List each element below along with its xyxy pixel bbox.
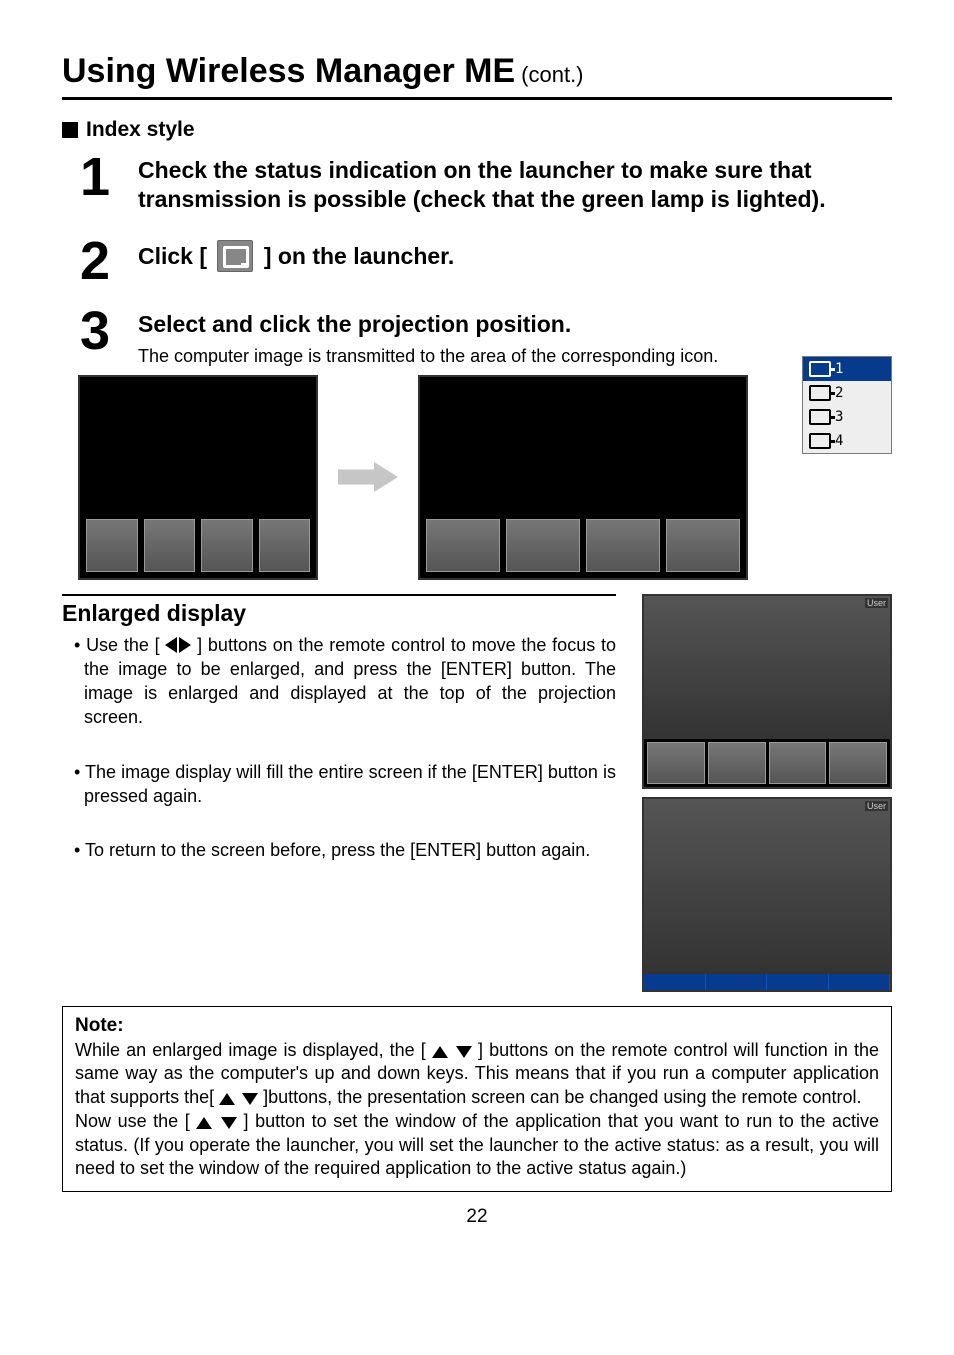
- note-paragraph-2: Now use the [ ] button to set the window…: [75, 1110, 879, 1181]
- proj-menu-label: 2: [835, 385, 843, 401]
- enlarged-bullet-1: Use the [ ] buttons on the remote contro…: [62, 633, 616, 730]
- proj-menu-item-1[interactable]: 1: [803, 357, 891, 381]
- proj-menu-item-4[interactable]: 4: [803, 429, 891, 453]
- step-1-title: Check the status indication on the launc…: [138, 156, 892, 214]
- step-2-title-pre: Click [: [138, 243, 207, 269]
- note-p2-pre: Now use the [: [75, 1111, 190, 1131]
- enlarged-heading: Enlarged display: [62, 594, 616, 627]
- triangle-up-icon: [196, 1117, 212, 1129]
- page-title: Using Wireless Manager ME (cont.): [62, 52, 892, 100]
- step-1: 1 Check the status indication on the lau…: [80, 150, 892, 214]
- b1-post: ] buttons on the remote control to move …: [84, 635, 616, 728]
- screenshot-enlarged-full: User: [642, 797, 892, 992]
- subheading-text: Index style: [86, 118, 195, 142]
- tv-icon: [809, 385, 831, 401]
- enlarged-bullet-2: The image display will fill the entire s…: [62, 760, 616, 809]
- triangle-right-icon: [179, 637, 191, 653]
- illustration-row: [78, 375, 782, 580]
- note-paragraph-1: While an enlarged image is displayed, th…: [75, 1039, 879, 1110]
- triangle-up-icon: [432, 1046, 448, 1058]
- step-2-title-post: ] on the launcher.: [264, 243, 454, 269]
- step-3: 3 Select and click the projection positi…: [80, 304, 782, 369]
- proj-menu-item-2[interactable]: 2: [803, 381, 891, 405]
- projection-position-menu[interactable]: 1 2 3 4: [802, 356, 892, 454]
- note-box: Note: While an enlarged image is display…: [62, 1006, 892, 1193]
- step-1-number: 1: [80, 150, 138, 214]
- proj-menu-label: 1: [835, 361, 843, 377]
- triangle-down-icon: [242, 1093, 258, 1105]
- triangle-up-icon: [219, 1093, 235, 1105]
- proj-menu-item-3[interactable]: 3: [803, 405, 891, 429]
- triangle-down-icon: [221, 1117, 237, 1129]
- screenshot-enlarged-top: User: [642, 594, 892, 789]
- subheading: Index style: [62, 118, 892, 142]
- step-3-number: 3: [80, 304, 138, 369]
- step-3-title: Select and click the projection position…: [138, 310, 718, 339]
- step-2-number: 2: [80, 234, 138, 288]
- screenshot-tag: User: [865, 801, 888, 811]
- step-2: 2 Click [ ] on the launcher.: [80, 234, 892, 288]
- tv-icon: [809, 409, 831, 425]
- note-title: Note:: [75, 1015, 879, 1037]
- title-cont: (cont.): [521, 62, 583, 88]
- enlarged-bullet-3: To return to the screen before, press th…: [62, 838, 616, 862]
- tv-icon: [809, 433, 831, 449]
- screenshot-before: [78, 375, 318, 580]
- b1-pre: Use the [: [86, 635, 160, 655]
- proj-menu-label: 3: [835, 409, 843, 425]
- arrow-right-icon: [338, 462, 398, 492]
- proj-menu-label: 4: [835, 433, 843, 449]
- note-p1-pre: While an enlarged image is displayed, th…: [75, 1040, 426, 1060]
- triangle-left-icon: [165, 637, 177, 653]
- page-number: 22: [62, 1206, 892, 1228]
- launcher-tv-icon: [217, 240, 253, 272]
- screenshot-after: [418, 375, 748, 580]
- step-2-title: Click [ ] on the launcher.: [138, 240, 454, 272]
- screenshot-tag: User: [865, 598, 888, 608]
- triangle-down-icon: [456, 1046, 472, 1058]
- note-p1-post: ]buttons, the presentation screen can be…: [263, 1087, 861, 1107]
- step-3-desc: The computer image is transmitted to the…: [138, 344, 718, 368]
- tv-icon: [809, 361, 831, 377]
- square-bullet-icon: [62, 122, 78, 138]
- title-main: Using Wireless Manager ME: [62, 52, 515, 91]
